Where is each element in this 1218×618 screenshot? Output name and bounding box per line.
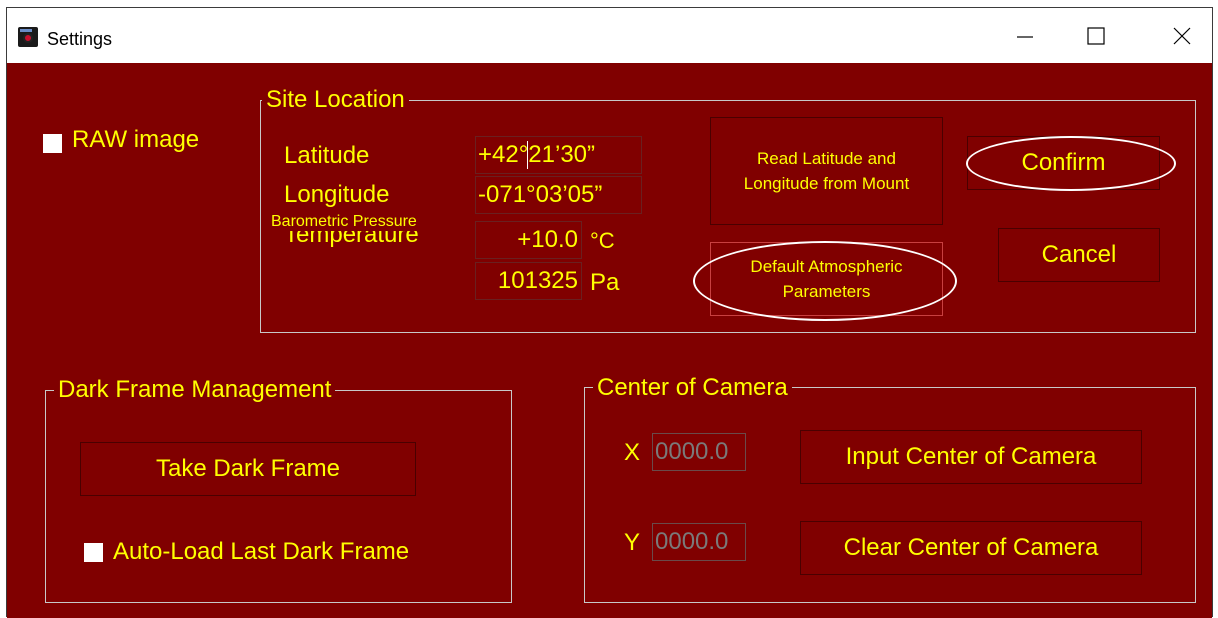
minimize-button[interactable] xyxy=(1002,16,1048,56)
clear-center-of-camera-button[interactable]: Clear Center of Camera xyxy=(800,521,1142,575)
pressure-value: 101325 xyxy=(497,267,578,294)
latitude-value: +42°21’30” xyxy=(478,141,596,168)
auto-load-dark-frame-label: Auto-Load Last Dark Frame xyxy=(113,538,410,565)
longitude-input[interactable]: -071°03’05” xyxy=(475,176,642,214)
text-cursor xyxy=(527,141,528,169)
maximize-icon xyxy=(1087,27,1105,45)
maximize-button[interactable] xyxy=(1073,16,1119,56)
dark-frame-legend: Dark Frame Management xyxy=(54,377,336,403)
read-from-mount-button[interactable]: Read Latitude and Longitude from Mount xyxy=(710,117,943,225)
auto-load-dark-frame-checkbox[interactable] xyxy=(84,543,103,562)
window-title: Settings xyxy=(47,29,113,49)
temperature-unit: °C xyxy=(590,228,615,253)
confirm-button[interactable]: Confirm xyxy=(967,136,1160,190)
confirm-label: Confirm xyxy=(1021,149,1106,176)
y-value: 0000.0 xyxy=(655,528,729,555)
temperature-input[interactable]: +10.0 xyxy=(475,221,582,259)
settings-client-area: RAW image Site Location Latitude Longitu… xyxy=(7,63,1212,618)
take-dark-frame-label: Take Dark Frame xyxy=(155,455,341,482)
dark-frame-group xyxy=(45,390,512,603)
read-button-line2: Longitude from Mount xyxy=(743,174,910,193)
camera-app-icon xyxy=(18,27,38,47)
input-center-label: Input Center of Camera xyxy=(845,443,1097,470)
x-value: 0000.0 xyxy=(655,438,729,465)
cancel-button[interactable]: Cancel xyxy=(998,228,1160,282)
longitude-label: Longitude xyxy=(284,181,390,208)
latitude-input[interactable]: +42°21’30” xyxy=(475,136,642,174)
close-button[interactable] xyxy=(1159,16,1205,56)
y-input[interactable]: 0000.0 xyxy=(652,523,746,561)
default-button-line2: Parameters xyxy=(782,282,871,301)
input-center-of-camera-button[interactable]: Input Center of Camera xyxy=(800,430,1142,484)
default-atmospheric-button[interactable]: Default Atmospheric Parameters xyxy=(710,242,943,316)
clear-center-label: Clear Center of Camera xyxy=(843,534,1099,561)
y-label: Y xyxy=(624,529,641,556)
read-button-line1: Read Latitude and xyxy=(757,149,896,168)
latitude-label: Latitude xyxy=(284,142,370,169)
center-of-camera-legend: Center of Camera xyxy=(593,375,792,401)
title-bar: Settings xyxy=(7,8,1212,63)
minimize-icon xyxy=(1017,36,1033,38)
cancel-label: Cancel xyxy=(1041,241,1117,268)
raw-image-label: RAW image xyxy=(72,126,200,153)
take-dark-frame-button[interactable]: Take Dark Frame xyxy=(80,442,416,496)
pressure-unit: Pa xyxy=(590,269,620,296)
pressure-input[interactable]: 101325 xyxy=(475,262,582,300)
temperature-value: +10.0 xyxy=(517,226,578,253)
raw-image-checkbox[interactable] xyxy=(43,134,62,153)
x-input[interactable]: 0000.0 xyxy=(652,433,746,471)
settings-window: Settings RAW image Site Location Latitud… xyxy=(6,7,1213,618)
longitude-value: -071°03’05” xyxy=(478,181,603,208)
site-location-legend: Site Location xyxy=(262,87,409,113)
default-button-line1: Default Atmospheric xyxy=(750,257,903,276)
barometric-pressure-label: Barometric Pressure xyxy=(269,213,419,231)
x-label: X xyxy=(624,439,641,466)
close-icon xyxy=(1173,27,1191,45)
